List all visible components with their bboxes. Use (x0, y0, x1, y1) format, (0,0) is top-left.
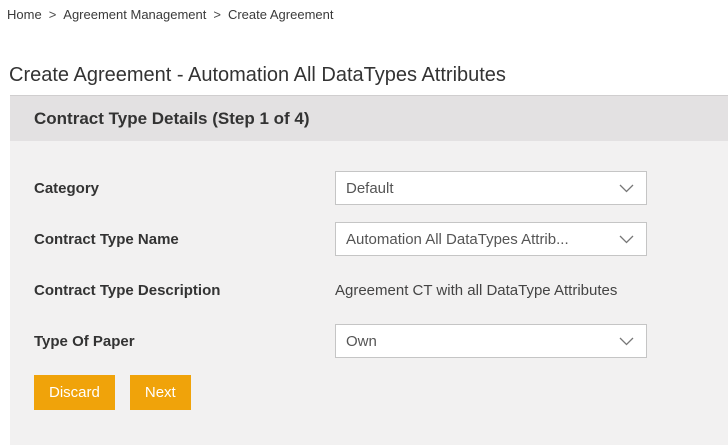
breadcrumb-item-agreement-management[interactable]: Agreement Management (63, 7, 206, 22)
form-row-contract-type-description: Contract Type Description Agreement CT w… (34, 273, 728, 307)
form-actions: Discard Next (34, 375, 728, 410)
chevron-down-icon (619, 337, 634, 346)
form-row-contract-type-name: Contract Type Name Automation All DataTy… (34, 222, 728, 256)
panel-body: Category Default Contract Type Name Auto… (10, 141, 728, 445)
breadcrumb-item-home[interactable]: Home (7, 7, 42, 22)
panel-header-title: Contract Type Details (Step 1 of 4) (34, 109, 310, 129)
contract-type-description-value: Agreement CT with all DataType Attribute… (335, 282, 617, 299)
category-dropdown[interactable]: Default (335, 171, 647, 205)
breadcrumb-item-create-agreement: Create Agreement (228, 7, 334, 22)
contract-type-name-dropdown-value: Automation All DataTypes Attrib... (346, 231, 619, 248)
type-of-paper-label: Type Of Paper (34, 333, 335, 350)
category-label: Category (34, 180, 335, 197)
discard-button[interactable]: Discard (34, 375, 115, 410)
category-dropdown-value: Default (346, 180, 619, 197)
type-of-paper-dropdown[interactable]: Own (335, 324, 647, 358)
next-button[interactable]: Next (130, 375, 191, 410)
page-title: Create Agreement - Automation All DataTy… (9, 64, 506, 87)
form-row-type-of-paper: Type Of Paper Own (34, 324, 728, 358)
chevron-down-icon (619, 184, 634, 193)
contract-type-name-dropdown[interactable]: Automation All DataTypes Attrib... (335, 222, 647, 256)
type-of-paper-dropdown-value: Own (346, 333, 619, 350)
breadcrumb-separator: > (49, 7, 57, 22)
contract-type-name-label: Contract Type Name (34, 231, 335, 248)
chevron-down-icon (619, 235, 634, 244)
contract-type-description-label: Contract Type Description (34, 282, 335, 299)
breadcrumb-separator: > (213, 7, 221, 22)
breadcrumb: Home > Agreement Management > Create Agr… (7, 7, 333, 22)
contract-type-details-panel: Contract Type Details (Step 1 of 4) Cate… (10, 95, 728, 445)
form-row-category: Category Default (34, 171, 728, 205)
panel-header: Contract Type Details (Step 1 of 4) (10, 95, 728, 141)
